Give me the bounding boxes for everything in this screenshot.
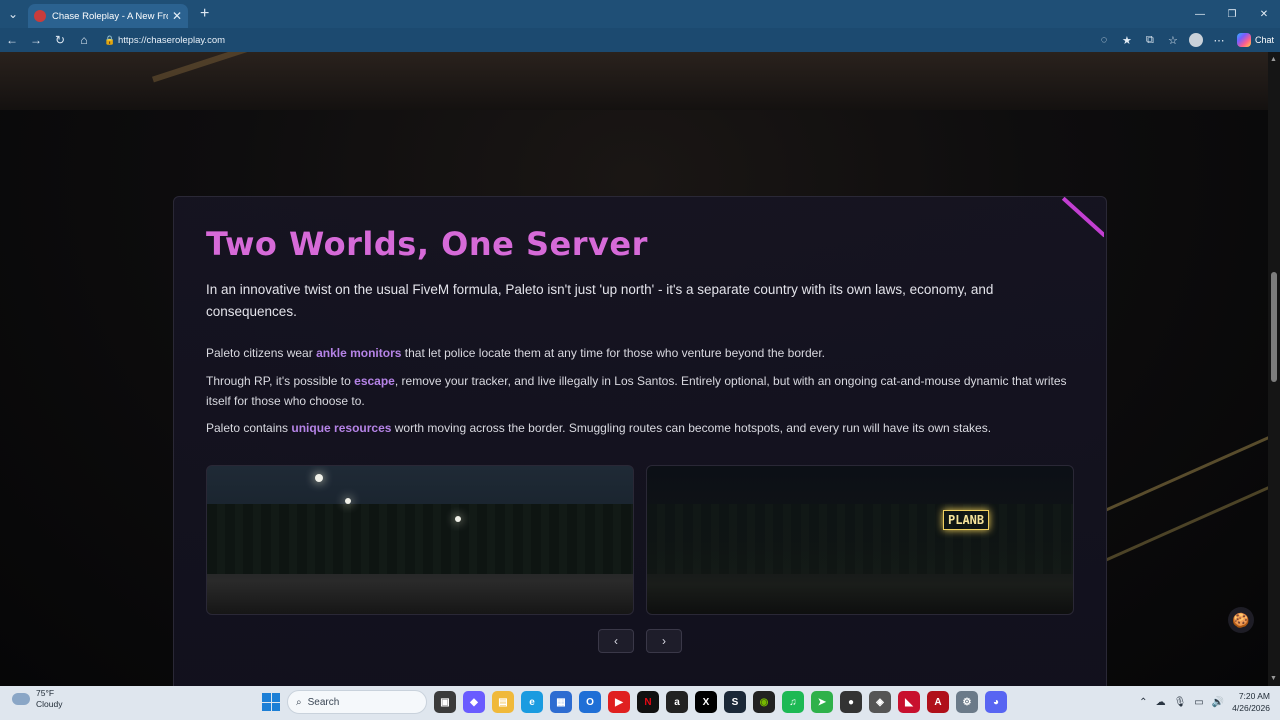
favorite-star-icon[interactable]: ★ [1118,31,1136,49]
tree-line [207,504,633,574]
app-icon[interactable]: ➤ [811,691,833,713]
x-icon[interactable]: X [695,691,717,713]
favorites-icon[interactable]: ☆ [1164,31,1182,49]
clock-time: 7:20 AM [1238,691,1270,701]
url-text: https://chaseroleplay.com [118,34,226,46]
tab-title: Chase Roleplay - A New Frontier f [52,10,168,22]
url-field[interactable]: 🔒 https://chaseroleplay.com [102,30,1082,50]
paragraph-escape: Through RP, it's possible to escape, rem… [206,371,1086,411]
back-icon[interactable]: ← [0,28,24,52]
scroll-up-icon[interactable]: ▲ [1270,56,1277,63]
nvidia-icon[interactable]: ◉ [753,691,775,713]
profile-avatar[interactable] [1187,31,1205,49]
page-scrollbar[interactable]: ▲ ▼ [1268,52,1280,686]
copilot-icon [1236,33,1251,47]
copilot-app-icon[interactable]: ◆ [463,691,485,713]
spotify-icon[interactable]: ♫ [782,691,804,713]
street-light [315,474,323,482]
p2-text: Through RP, it's possible to [206,374,355,388]
more-menu-icon[interactable]: ⋯ [1210,31,1228,49]
amd-icon[interactable]: ◣ [898,691,920,713]
address-toolbar: ← → ↻ ⌂ 🔒 https://chaseroleplay.com [0,28,1280,52]
cloud-icon [12,693,30,705]
unity-icon[interactable]: ◈ [869,691,891,713]
reader-icon[interactable]: ◌ [1095,31,1113,49]
browser-titlebar: ⌄ Chase Roleplay - A New Frontier f ✕ + … [0,0,1280,28]
scroll-down-icon[interactable]: ▼ [1270,675,1277,682]
taskbar-search[interactable]: ⌕ Search [287,690,427,714]
adobe-icon[interactable]: A [927,691,949,713]
game-app-icon[interactable]: ● [840,691,862,713]
tab-chase-roleplay[interactable]: Chase Roleplay - A New Frontier f ✕ [28,4,188,28]
carousel-controls: ‹ › [598,629,682,653]
edge-browser-icon[interactable]: e [521,691,543,713]
settings-gear-icon[interactable]: ⚙ [956,691,978,713]
steam-icon[interactable]: S [724,691,746,713]
carousel-next-button[interactable]: › [646,629,682,653]
minimize-icon[interactable]: — [1184,0,1216,28]
cloud-sync-icon[interactable]: ☁ [1156,697,1166,708]
system-tray: ⌃ ☁ 🎙 ▭ 🔊 7:20 AM 4/26/2026 [1139,690,1270,714]
netflix-icon[interactable]: N [637,691,659,713]
tab-actions-chevron-icon[interactable]: ⌄ [0,0,26,28]
moon-icon [345,498,351,504]
copilot-chat-button[interactable]: Chat [1236,33,1274,47]
paragraph-resources: Paleto contains unique resources worth m… [206,418,1086,438]
youtube-icon[interactable]: ▶ [608,691,630,713]
highlight-unique-resources: unique resources [291,421,392,435]
p1-text-end: that let police locate them at any time … [401,346,826,360]
chevron-up-icon[interactable]: ⌃ [1139,697,1147,708]
home-icon[interactable]: ⌂ [72,28,96,52]
site-favicon-icon [34,10,46,22]
microphone-icon[interactable]: 🎙 [1174,697,1187,708]
section-lead: In an innovative twist on the usual Five… [206,282,994,319]
clock-date: 4/26/2026 [1232,703,1270,713]
search-placeholder: Search [307,696,340,708]
outlook-icon[interactable]: O [579,691,601,713]
file-explorer-icon[interactable]: ▤ [492,691,514,713]
cookie-settings-icon[interactable]: 🍪 [1228,607,1254,633]
weather-temp: 75°F [36,688,55,698]
forward-icon[interactable]: → [24,28,48,52]
chat-label: Chat [1254,35,1274,45]
lock-icon: 🔒 [104,34,116,45]
carousel-prev-button[interactable]: ‹ [598,629,634,653]
highlight-ankle-monitors: ankle monitors [316,346,402,360]
start-windows-icon[interactable] [262,693,280,711]
weather-widget[interactable]: 75°F Cloudy [12,688,62,710]
close-tab-icon[interactable]: ✕ [172,9,182,23]
background-image [0,52,1268,110]
planb-night-image: PLANB [646,465,1074,615]
discord-icon[interactable]: ◕ [985,691,1007,713]
p3-text: Paleto contains [206,421,292,435]
corner-accent [1060,197,1104,241]
p1-text: Paleto citizens wear [206,346,317,360]
windows-taskbar: 75°F Cloudy ⌕ Search ▣ ◆ ▤ e ▦ O ▶ N a X… [0,686,1280,720]
store-icon[interactable]: ▦ [550,691,572,713]
planb-sign: PLANB [943,510,990,530]
p3-text-end: worth moving across the border. Smugglin… [391,421,992,435]
close-window-icon[interactable]: ✕ [1248,0,1280,28]
street-light [455,516,461,522]
extensions-icon[interactable]: ⧉ [1141,31,1159,49]
restore-icon[interactable]: ❐ [1216,0,1248,28]
amazon-icon[interactable]: a [666,691,688,713]
border-checkpoint-image [206,465,634,615]
volume-icon[interactable]: 🔊 [1212,697,1224,708]
search-icon: ⌕ [296,696,302,708]
page-viewport: Two Worlds, One Server In an innovative … [0,52,1268,686]
clock[interactable]: 7:20 AM 4/26/2026 [1232,690,1270,714]
new-tab-icon[interactable]: + [200,5,209,23]
refresh-icon[interactable]: ↻ [48,28,72,52]
weather-condition: Cloudy [36,699,63,709]
tree-line [647,504,1073,574]
paragraph-ankle-monitors: Paleto citizens wear ankle monitors that… [206,343,1086,363]
task-view-icon[interactable]: ▣ [434,691,456,713]
display-icon[interactable]: ▭ [1194,697,1203,708]
scrollbar-thumb[interactable] [1271,272,1277,382]
feature-card: Two Worlds, One Server In an innovative … [173,196,1107,686]
section-title: Two Worlds, One Server [206,225,648,263]
highlight-escape: escape [354,374,395,388]
